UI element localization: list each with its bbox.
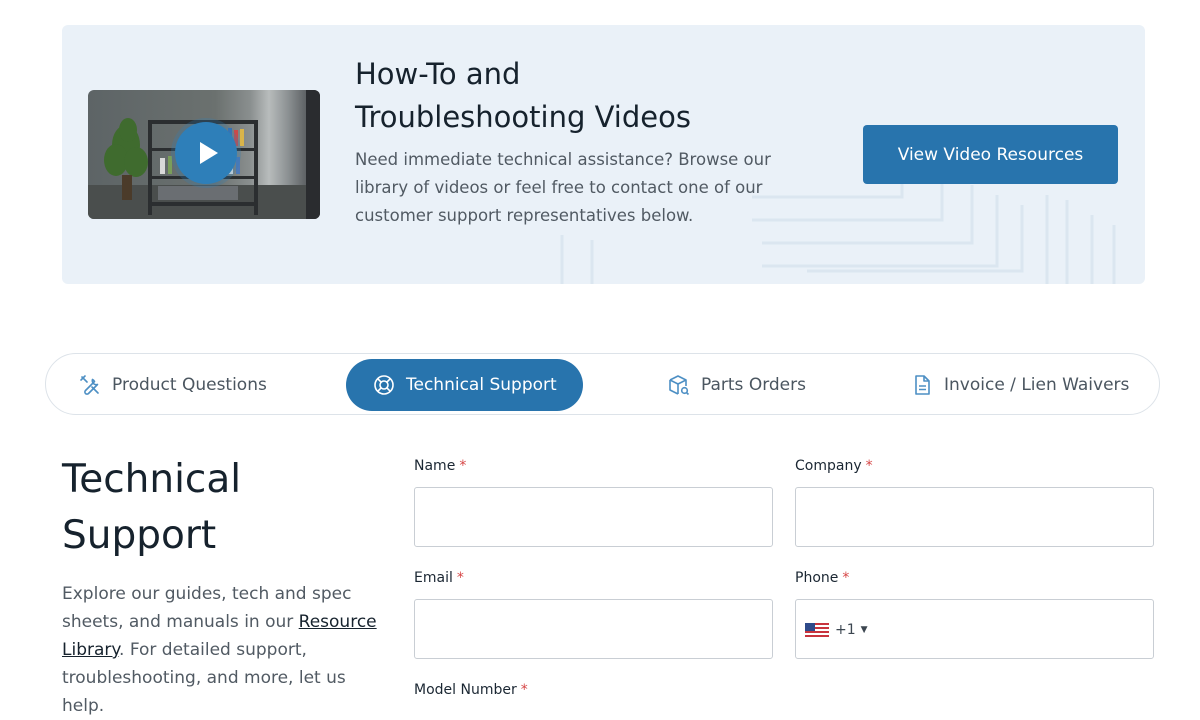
company-label-text: Company: [795, 458, 862, 474]
video-resources-banner: How-To and Troubleshooting Videos Need i…: [62, 25, 1145, 284]
required-marker: *: [456, 570, 464, 586]
phone-country-code: +1: [835, 622, 856, 638]
tab-label: Product Questions: [112, 375, 267, 395]
model-label-text: Model Number: [414, 682, 517, 698]
view-video-resources-button[interactable]: View Video Resources: [863, 125, 1118, 184]
email-label-text: Email: [414, 570, 453, 586]
us-flag-icon: [805, 623, 829, 637]
section-title-line1: Technical: [62, 457, 242, 502]
tab-parts-orders[interactable]: Parts Orders: [667, 359, 806, 411]
name-label: Name *: [414, 458, 466, 474]
box-search-icon: [669, 375, 690, 396]
tab-label: Parts Orders: [701, 375, 806, 395]
lifebuoy-icon: [374, 375, 394, 395]
tab-invoice-lien-waivers[interactable]: Invoice / Lien Waivers: [910, 359, 1129, 411]
banner-description: Need immediate technical assistance? Bro…: [355, 150, 771, 225]
play-button[interactable]: [175, 122, 237, 184]
name-input[interactable]: [414, 487, 773, 547]
tab-technical-support[interactable]: Technical Support: [346, 359, 583, 411]
model-number-label: Model Number *: [414, 682, 528, 698]
phone-label: Phone *: [795, 570, 849, 586]
banner-title-line2: Troubleshooting Videos: [355, 100, 691, 134]
tab-label: Technical Support: [406, 375, 557, 395]
play-icon: [199, 142, 218, 164]
support-category-tabs: Product Questions Technical Support Part…: [45, 353, 1160, 415]
tab-label: Invoice / Lien Waivers: [944, 375, 1130, 395]
required-marker: *: [459, 458, 467, 474]
tab-product-questions[interactable]: Product Questions: [78, 359, 267, 411]
banner-title: How-To and Troubleshooting Videos: [355, 53, 775, 139]
required-marker: *: [520, 682, 528, 698]
phone-label-text: Phone: [795, 570, 839, 586]
chevron-down-icon: ▼: [860, 625, 868, 635]
section-title-line2: Support: [62, 513, 217, 558]
email-input[interactable]: [414, 599, 773, 659]
phone-country-selector[interactable]: +1 ▼: [805, 618, 868, 642]
required-marker: *: [842, 570, 850, 586]
section-description: Explore our guides, tech and spec sheets…: [62, 580, 392, 720]
email-label: Email *: [414, 570, 464, 586]
company-label: Company *: [795, 458, 873, 474]
name-label-text: Name: [414, 458, 456, 474]
video-thumbnail[interactable]: [88, 90, 320, 219]
required-marker: *: [865, 458, 873, 474]
company-input[interactable]: [795, 487, 1154, 547]
document-icon: [915, 375, 930, 395]
tools-icon: [80, 375, 99, 395]
section-title: Technical Support: [62, 452, 362, 564]
banner-title-line1: How-To and: [355, 57, 521, 91]
